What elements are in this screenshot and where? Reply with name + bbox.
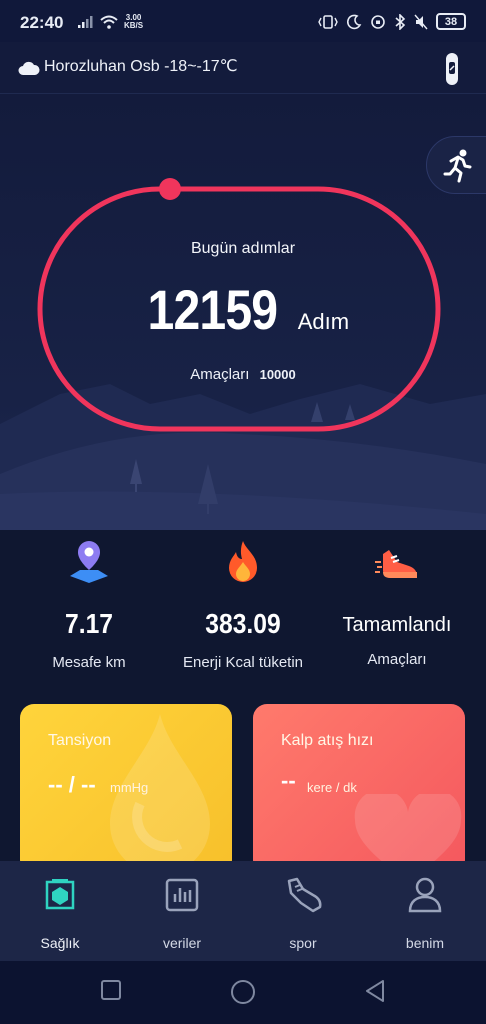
start-run-button[interactable] <box>426 136 486 194</box>
status-right-icons: 38 <box>318 13 466 30</box>
signal-icon <box>78 16 93 28</box>
steps-unit: Adım <box>297 309 350 334</box>
stat-energy-label: Enerji Kcal tüketin <box>182 654 304 671</box>
header-bar: Horozluhan Osb -18~-17℃ <box>0 42 486 94</box>
wifi-icon <box>100 15 118 29</box>
steps-progress-knob[interactable] <box>159 178 181 200</box>
person-icon <box>408 877 442 913</box>
bluetooth-icon <box>395 13 406 30</box>
nav-label-data: veriler <box>162 935 202 951</box>
steps-goal-value: 10000 <box>259 367 296 382</box>
band-icon[interactable] <box>444 52 460 86</box>
nav-item-health[interactable]: Sağlık <box>5 873 115 951</box>
chart-icon <box>165 878 199 912</box>
running-shoe-icon <box>375 550 417 578</box>
nav-item-sport[interactable]: spor <box>248 873 358 951</box>
status-bar: 22:40 3.00 KB/S 38 <box>0 0 486 42</box>
battery-indicator: 38 <box>436 13 466 30</box>
location-pin-icon <box>70 541 108 583</box>
steps-count-row: 12159 Adım <box>0 277 486 342</box>
steps-hero: Bugün adımlar 12159 Adım Amaçları 10000 <box>0 94 486 530</box>
status-time: 22:40 <box>20 13 64 32</box>
heart-rate-value: -- <box>281 768 296 793</box>
cloud-icon <box>18 61 40 75</box>
blood-pressure-value: -- / -- <box>48 772 96 797</box>
flame-icon <box>229 541 257 582</box>
steps-goal-label: Amaçları <box>190 366 250 383</box>
stat-goal-label: Amaçları <box>367 651 427 668</box>
blood-pressure-unit: mmHg <box>110 780 149 795</box>
nav-item-data[interactable]: veriler <box>127 873 237 951</box>
network-speed: 3.00 KB/S <box>124 14 143 30</box>
daily-stats: 7.17 Mesafe km 383.09 Enerji Kcal tüketi… <box>0 530 486 700</box>
blood-pressure-card[interactable]: Tansiyon -- / -- mmHg <box>20 704 232 874</box>
stat-energy-value: 383.09 <box>205 608 281 639</box>
mute-icon <box>414 14 428 29</box>
running-person-icon <box>443 149 472 183</box>
back-icon[interactable] <box>364 979 386 1003</box>
heart-rate-unit: kere / dk <box>307 780 357 795</box>
home-icon[interactable] <box>230 979 256 1005</box>
steps-goal: Amaçları 10000 <box>0 366 486 383</box>
steps-title: Bugün adımlar <box>190 240 296 257</box>
stat-goal[interactable]: Tamamlandı Amaçları <box>316 530 478 668</box>
stat-distance[interactable]: 7.17 Mesafe km <box>8 530 170 671</box>
stat-distance-label: Mesafe km <box>52 654 126 671</box>
nav-item-profile[interactable]: benim <box>370 873 480 951</box>
nav-label-health: Sağlık <box>40 935 80 951</box>
network-speed-unit: KB/S <box>124 21 144 30</box>
weather-location-text: Horozluhan Osb -18~-17℃ <box>44 58 238 75</box>
stat-goal-value: Tamamlandı <box>342 614 452 636</box>
bottom-nav: Sağlık veriler spor benim <box>0 861 486 961</box>
alarm-icon <box>371 14 385 29</box>
moon-icon <box>347 14 362 29</box>
stat-energy[interactable]: 383.09 Enerji Kcal tüketin <box>162 530 324 671</box>
heart-rate-title: Kalp atış hızı <box>281 732 374 749</box>
system-navigation-bar <box>0 961 486 1024</box>
recent-apps-icon[interactable] <box>100 979 122 1001</box>
blood-pressure-title: Tansiyon <box>48 732 112 749</box>
status-left-icons: 3.00 KB/S <box>78 14 143 30</box>
steps-count: 12159 <box>147 278 278 341</box>
nav-label-sport: spor <box>289 935 317 951</box>
vibrate-icon <box>318 14 338 29</box>
sneaker-icon <box>287 877 322 913</box>
stat-distance-value: 7.17 <box>65 608 113 639</box>
heart-rate-card[interactable]: Kalp atış hızı -- kere / dk <box>253 704 465 874</box>
nav-label-profile: benim <box>405 935 445 951</box>
health-icon <box>45 879 75 910</box>
